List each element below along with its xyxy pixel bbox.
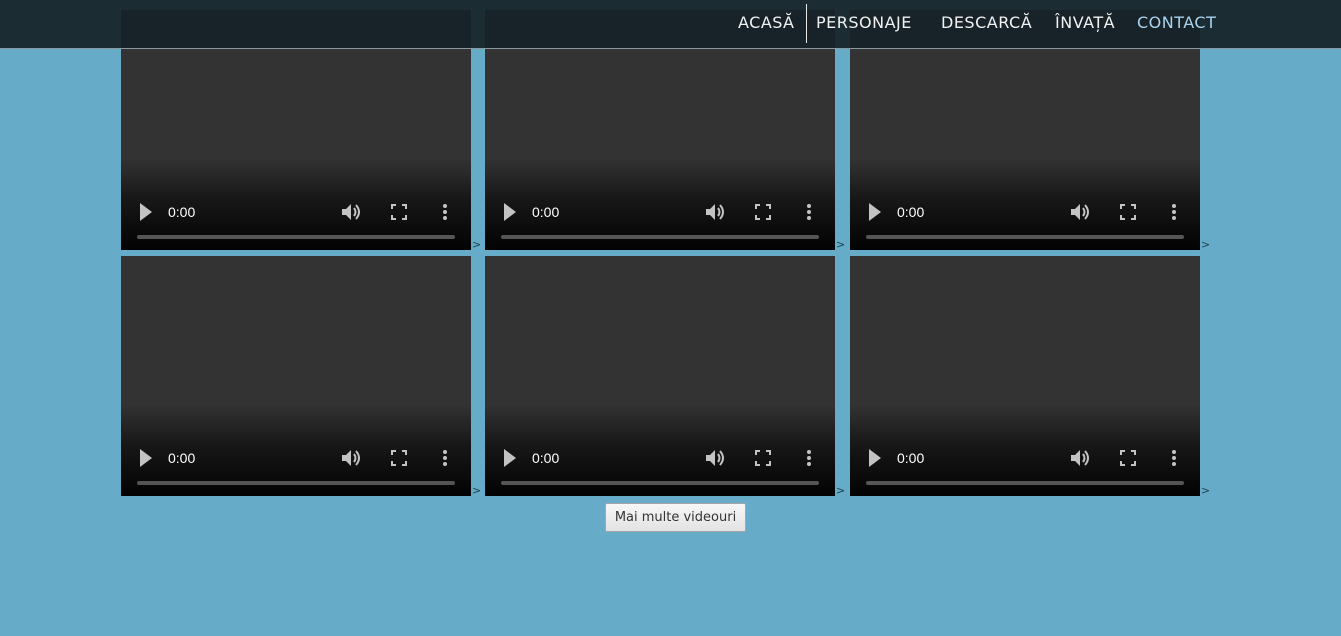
progress-bar[interactable] — [501, 235, 819, 239]
nav-item-contact[interactable]: CONTACT — [1137, 12, 1216, 34]
video-time: 0:00 — [532, 450, 560, 466]
video-time: 0:00 — [897, 450, 925, 466]
play-icon[interactable] — [139, 202, 155, 222]
video-time: 0:00 — [532, 204, 560, 220]
more-vert-icon[interactable] — [442, 449, 448, 467]
nav-item-invata[interactable]: ÎNVAȚĂ — [1055, 12, 1115, 34]
video-player[interactable]: 0:00 — [485, 256, 835, 496]
video-time: 0:00 — [168, 204, 196, 220]
fullscreen-icon[interactable] — [1119, 449, 1137, 467]
tile-suffix: > — [472, 238, 482, 251]
progress-bar[interactable] — [137, 481, 455, 485]
play-icon[interactable] — [868, 448, 884, 468]
more-vert-icon[interactable] — [806, 449, 812, 467]
page: 0:00 > 0:00 > 0:00 > 0:00 > 0:00 > 0:00 … — [0, 0, 1341, 636]
fullscreen-icon[interactable] — [754, 449, 772, 467]
nav-item-personaje[interactable]: PERSONAJE — [816, 12, 912, 34]
nav-divider — [806, 4, 807, 43]
nav-item-descarca[interactable]: DESCARCĂ — [941, 12, 1032, 34]
progress-bar[interactable] — [866, 235, 1184, 239]
more-vert-icon[interactable] — [1171, 203, 1177, 221]
progress-bar[interactable] — [137, 235, 455, 239]
video-time: 0:00 — [168, 450, 196, 466]
volume-icon[interactable] — [340, 201, 362, 223]
volume-icon[interactable] — [1069, 447, 1091, 469]
tile-suffix: > — [1201, 238, 1211, 251]
progress-bar[interactable] — [501, 481, 819, 485]
video-time: 0:00 — [897, 204, 925, 220]
play-icon[interactable] — [139, 448, 155, 468]
more-vert-icon[interactable] — [806, 203, 812, 221]
fullscreen-icon[interactable] — [390, 203, 408, 221]
fullscreen-icon[interactable] — [754, 203, 772, 221]
volume-icon[interactable] — [704, 447, 726, 469]
tile-suffix: > — [1201, 484, 1211, 497]
fullscreen-icon[interactable] — [1119, 203, 1137, 221]
play-icon[interactable] — [503, 202, 519, 222]
progress-bar[interactable] — [866, 481, 1184, 485]
nav-item-acasa[interactable]: ACASĂ — [738, 12, 794, 34]
top-navbar: ACASĂ PERSONAJE DESCARCĂ ÎNVAȚĂ CONTACT — [0, 0, 1341, 49]
volume-icon[interactable] — [340, 447, 362, 469]
volume-icon[interactable] — [704, 201, 726, 223]
tile-suffix: > — [836, 484, 846, 497]
more-videos-button[interactable]: Mai multe videouri — [605, 503, 746, 532]
tile-suffix: > — [472, 484, 482, 497]
play-icon[interactable] — [503, 448, 519, 468]
volume-icon[interactable] — [1069, 201, 1091, 223]
video-player[interactable]: 0:00 — [850, 256, 1200, 496]
more-vert-icon[interactable] — [442, 203, 448, 221]
video-player[interactable]: 0:00 — [121, 256, 471, 496]
tile-suffix: > — [836, 238, 846, 251]
play-icon[interactable] — [868, 202, 884, 222]
fullscreen-icon[interactable] — [390, 449, 408, 467]
more-vert-icon[interactable] — [1171, 449, 1177, 467]
